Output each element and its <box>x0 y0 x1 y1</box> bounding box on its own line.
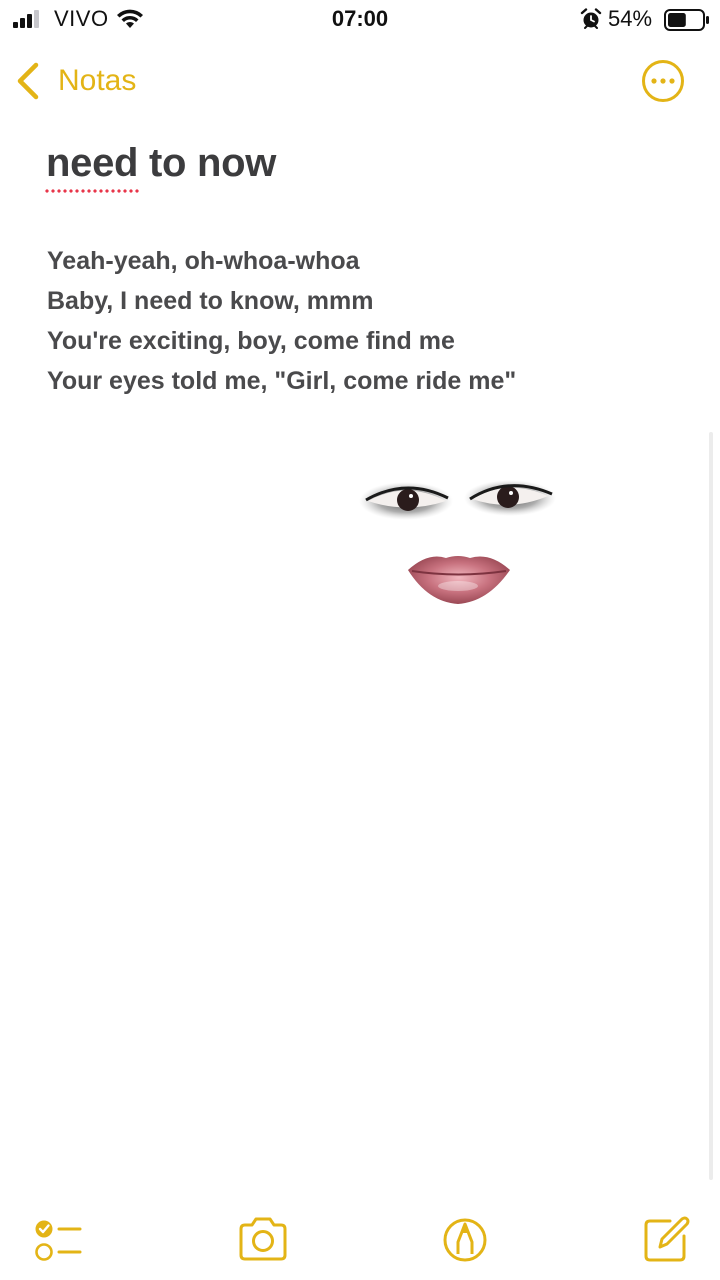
back-button-label: Notas <box>58 64 137 97</box>
note-line: Baby, I need to know, mmm <box>47 287 374 315</box>
lips <box>408 556 510 604</box>
chevron-left-icon <box>17 62 39 100</box>
note-line: Yeah-yeah, oh-whoa-whoa <box>47 247 360 275</box>
battery-icon <box>664 9 709 31</box>
misspelled-word[interactable]: need <box>46 141 138 185</box>
note-line: You're exciting, boy, come find me <box>47 327 455 355</box>
compose-icon <box>644 1216 690 1262</box>
note-line: Your eyes told me, "Girl, come ride me" <box>47 367 517 395</box>
camera-icon <box>239 1217 287 1261</box>
note-title[interactable]: need to now <box>46 141 276 186</box>
checklist-button[interactable] <box>32 1214 84 1266</box>
note-body[interactable]: Yeah-yeah, oh-whoa-whoa Baby, I need to … <box>47 241 687 401</box>
right-eye <box>464 480 556 516</box>
status-bar: VIVO 07:00 54% <box>0 0 720 40</box>
note-title-rest: to now <box>138 141 277 185</box>
face-sticker-image <box>359 480 556 604</box>
battery-percent: 54% <box>608 6 653 31</box>
back-button[interactable]: Notas <box>14 60 136 102</box>
camera-button[interactable] <box>237 1214 289 1266</box>
left-eye <box>359 482 453 520</box>
markup-pen-icon <box>443 1218 487 1262</box>
markup-button[interactable] <box>441 1214 493 1266</box>
scroll-indicator[interactable] <box>709 432 713 1180</box>
checklist-icon <box>35 1220 82 1261</box>
ellipsis-circle-icon[interactable] <box>641 59 685 103</box>
compose-button[interactable] <box>640 1214 692 1266</box>
alarm-icon <box>580 8 602 29</box>
